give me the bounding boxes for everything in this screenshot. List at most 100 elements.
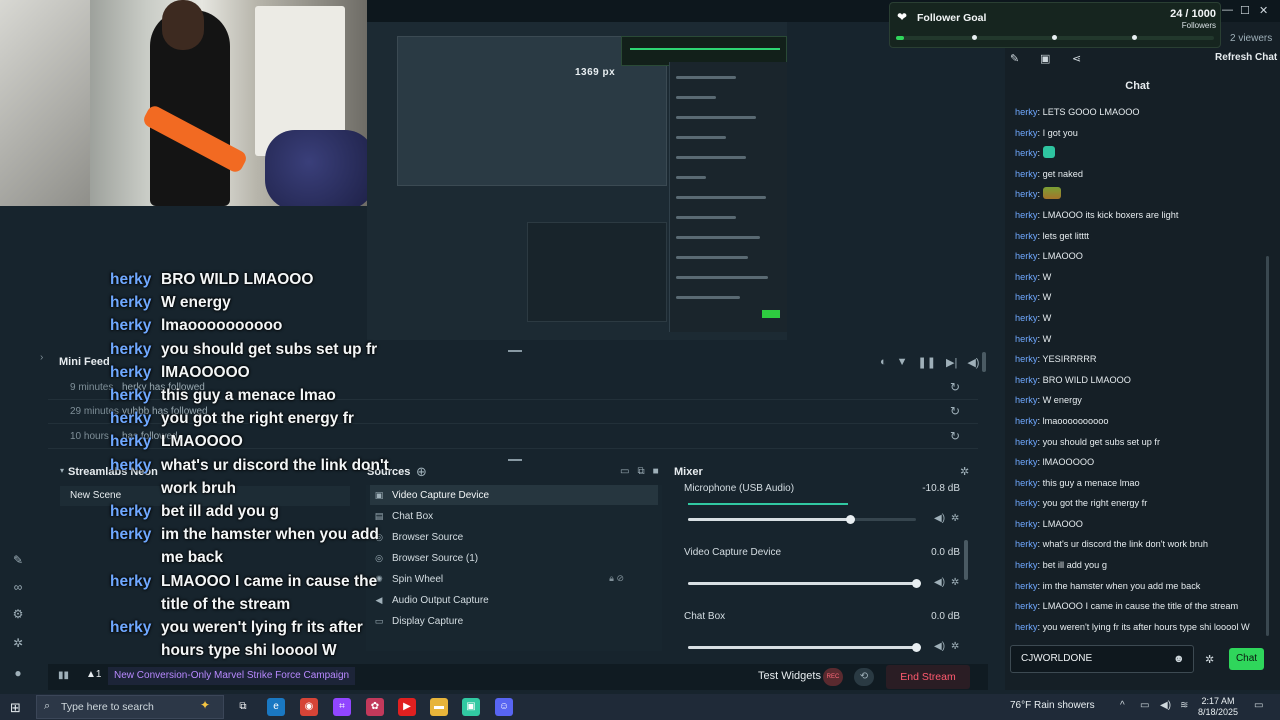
chat-username[interactable]: herky xyxy=(1015,148,1037,158)
gear-icon[interactable]: ✲ xyxy=(951,513,959,524)
pause-icon[interactable]: ❚❚ xyxy=(918,356,936,369)
filter-icon[interactable]: ▼ xyxy=(897,356,908,369)
streamlabs-icon[interactable]: ▣ xyxy=(462,698,480,716)
volume-knob[interactable] xyxy=(912,643,921,652)
theme-icon[interactable]: ✎ xyxy=(10,553,26,567)
folder-icon[interactable]: ▭ xyxy=(620,466,629,477)
refresh-icon[interactable]: ↻ xyxy=(950,380,960,394)
group-icon[interactable]: ⧉ xyxy=(637,466,644,477)
chat-username[interactable]: herky xyxy=(1015,292,1037,302)
settings-icon[interactable]: ✲ xyxy=(10,636,26,650)
minimize-icon[interactable]: — xyxy=(1222,4,1233,16)
plugin-icon[interactable]: ⚙ xyxy=(10,607,26,621)
speaker-icon[interactable]: ◀) xyxy=(934,641,945,652)
palette-icon[interactable]: ◐ xyxy=(880,356,887,369)
chat-username[interactable]: herky xyxy=(1015,622,1037,632)
volume-slider[interactable] xyxy=(688,579,921,588)
source-item[interactable]: ▭ Display Capture xyxy=(370,611,658,631)
notification-icon[interactable]: ▭ xyxy=(1254,700,1263,711)
dock-resize-handle[interactable] xyxy=(508,459,522,461)
lock-icon[interactable]: 🔒︎ ⊘ xyxy=(609,573,624,584)
chat-username[interactable]: herky xyxy=(1015,169,1037,179)
replay-buffer-button[interactable]: ⟲ xyxy=(854,668,874,686)
chat-username[interactable]: herky xyxy=(1015,539,1037,549)
chat-username[interactable]: herky xyxy=(1015,457,1037,467)
refresh-icon[interactable]: ↻ xyxy=(950,429,960,443)
refresh-icon[interactable]: ↻ xyxy=(950,404,960,418)
chat-username[interactable]: herky xyxy=(1015,601,1037,611)
chat-username[interactable]: herky xyxy=(1015,313,1037,323)
twitch-icon[interactable]: ⌗ xyxy=(333,698,351,716)
gear-icon[interactable]: ✲ xyxy=(951,641,959,652)
add-source-icon[interactable]: ⊕ xyxy=(416,464,427,480)
highlights-icon[interactable]: ✦ xyxy=(200,698,210,712)
chat-username[interactable]: herky xyxy=(1015,189,1037,199)
mixer-scrollbar[interactable] xyxy=(964,540,968,580)
chat-username[interactable]: herky xyxy=(1015,519,1037,529)
chat-send-button[interactable]: Chat xyxy=(1229,648,1264,670)
tray-overflow-icon[interactable]: ^ xyxy=(1120,700,1125,711)
stats-icon[interactable]: ▮▮ xyxy=(58,670,69,681)
chrome-icon[interactable]: ◉ xyxy=(300,698,318,716)
taskbar-clock[interactable]: 2:17 AM 8/18/2025 xyxy=(1198,696,1238,718)
maximize-icon[interactable]: ☐ xyxy=(1240,4,1250,17)
windows-start-icon[interactable]: ⊞ xyxy=(10,700,21,716)
source-item[interactable]: ✺ Spin Wheel 🔒︎ ⊘ xyxy=(370,569,658,589)
chat-username[interactable]: herky xyxy=(1015,128,1037,138)
chat-username[interactable]: herky xyxy=(1015,107,1037,117)
source-item[interactable]: ◎ Browser Source (1) xyxy=(370,548,658,568)
chat-username[interactable]: herky xyxy=(1015,478,1037,488)
chat-username[interactable]: herky xyxy=(1015,560,1037,570)
file-explorer-icon[interactable]: ▬ xyxy=(430,698,448,716)
alert-icon[interactable]: ▲1 xyxy=(86,669,101,680)
test-widgets-button[interactable]: Test Widgets xyxy=(758,670,821,682)
speaker-icon[interactable]: ◀) xyxy=(934,577,945,588)
volume-knob[interactable] xyxy=(912,579,921,588)
volume-slider[interactable] xyxy=(688,515,916,524)
chat-username[interactable]: herky xyxy=(1015,334,1037,344)
chat-username[interactable]: herky xyxy=(1015,231,1037,241)
source-item[interactable]: ▣ Video Capture Device xyxy=(370,485,658,505)
chat-username[interactable]: herky xyxy=(1015,416,1037,426)
gear-icon[interactable]: ✲ xyxy=(960,465,969,478)
mini-feed-scrollbar[interactable] xyxy=(982,352,986,372)
camera-icon[interactable]: ■ xyxy=(653,466,659,477)
network-icon[interactable]: ▭ xyxy=(1140,700,1149,711)
chat-scrollbar[interactable] xyxy=(1266,256,1269,636)
app-icon[interactable]: ✿ xyxy=(366,698,384,716)
chat-username[interactable]: herky xyxy=(1015,354,1037,364)
edge-icon[interactable]: e xyxy=(267,698,285,716)
chat-message-list[interactable]: herky: LETS GOOO LMAOOO herky: I got you h… xyxy=(1015,102,1265,637)
close-icon[interactable]: ✕ xyxy=(1259,4,1268,17)
task-view-icon[interactable]: ⧉ xyxy=(234,698,252,716)
refresh-chat-button[interactable]: Refresh Chat xyxy=(1215,52,1277,63)
chat-username[interactable]: herky xyxy=(1015,210,1037,220)
chat-username[interactable]: herky xyxy=(1015,272,1037,282)
source-item[interactable]: ◀ Audio Output Capture xyxy=(370,590,658,610)
chat-username[interactable]: herky xyxy=(1015,498,1037,508)
share-icon[interactable]: ⋖ xyxy=(1072,52,1081,65)
youtube-icon[interactable]: ▶ xyxy=(398,698,416,716)
chat-username[interactable]: herky xyxy=(1015,437,1037,447)
volume-slider[interactable] xyxy=(688,643,921,652)
end-stream-button[interactable]: End Stream xyxy=(886,665,970,689)
weather-widget[interactable]: 76°F Rain showers xyxy=(1010,700,1095,711)
link-icon[interactable]: ∞ xyxy=(10,580,26,594)
source-item[interactable]: ◎ Browser Source xyxy=(370,527,658,547)
skip-icon[interactable]: ▶| xyxy=(946,356,957,369)
volume-knob[interactable] xyxy=(845,515,855,524)
taskbar-search-input[interactable]: Type here to search xyxy=(36,695,224,719)
record-button[interactable]: REC xyxy=(823,668,843,686)
collapse-chevron-icon[interactable]: › xyxy=(40,352,43,363)
chat-username[interactable]: herky xyxy=(1015,581,1037,591)
wifi-icon[interactable]: ≋ xyxy=(1180,700,1188,711)
gear-icon[interactable]: ✲ xyxy=(951,577,959,588)
discord-icon[interactable]: ☺ xyxy=(495,698,513,716)
dock-resize-handle[interactable] xyxy=(508,350,522,352)
chat-username[interactable]: herky xyxy=(1015,251,1037,261)
popout-icon[interactable]: ▣ xyxy=(1040,52,1050,65)
chat-username[interactable]: herky xyxy=(1015,375,1037,385)
speaker-icon[interactable]: ◀) xyxy=(934,513,945,524)
emoji-icon[interactable]: ☻ xyxy=(1173,653,1185,665)
speaker-icon[interactable]: ◀) xyxy=(967,356,979,369)
